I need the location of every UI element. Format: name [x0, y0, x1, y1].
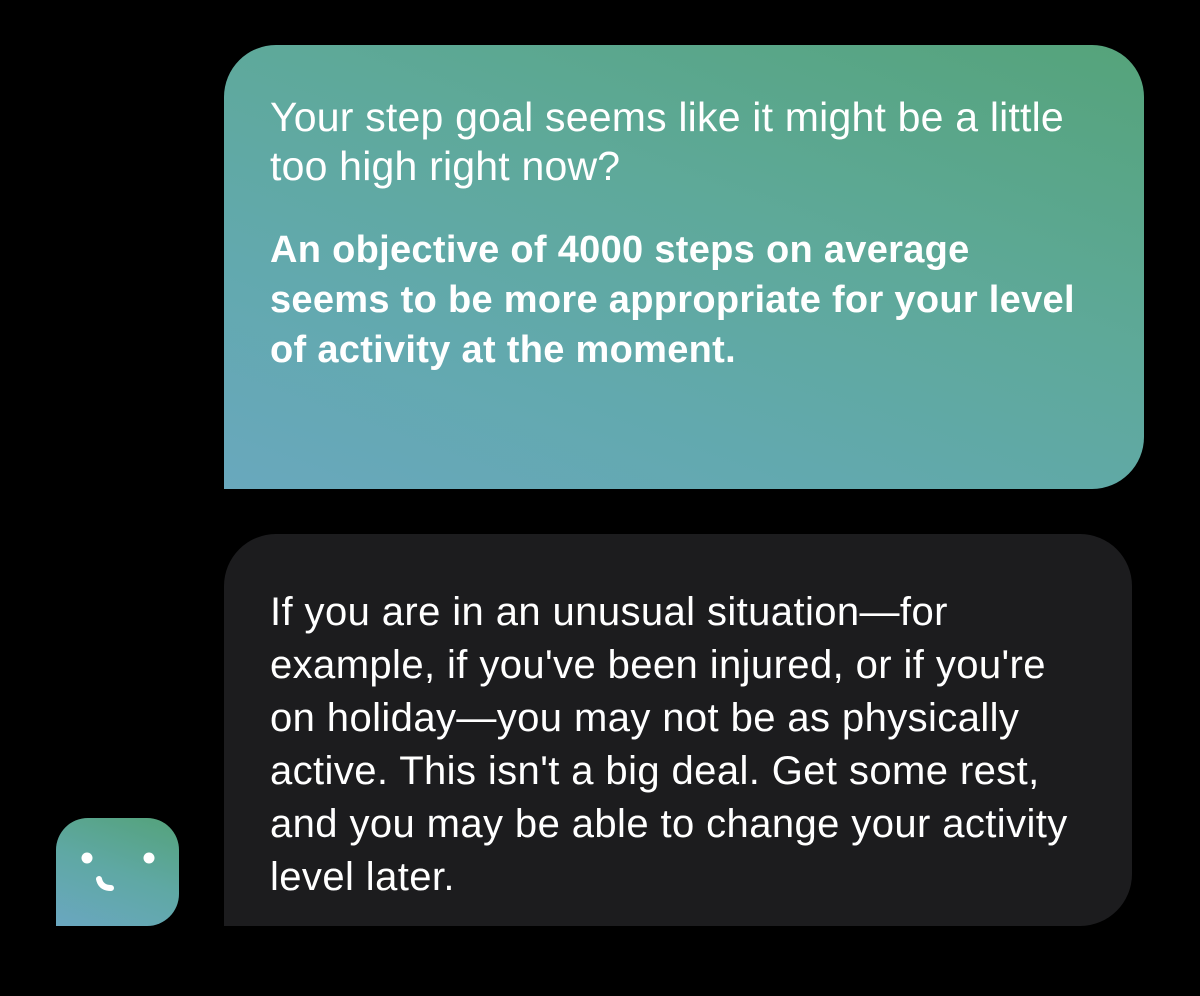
message-followup-text: If you are in an unusual situation—for e… [270, 590, 1068, 899]
coach-message-bubble-followup: If you are in an unusual situation—for e… [224, 534, 1132, 926]
chat-view: Your step goal seems like it might be a … [0, 0, 1200, 996]
message-question-text: Your step goal seems like it might be a … [270, 94, 1064, 189]
coach-avatar [56, 818, 179, 926]
message-recommendation-text: An objective of 4000 steps on average se… [270, 229, 1075, 371]
smiley-face-icon [81, 852, 155, 891]
coach-message-bubble-suggestion: Your step goal seems like it might be a … [224, 45, 1144, 489]
